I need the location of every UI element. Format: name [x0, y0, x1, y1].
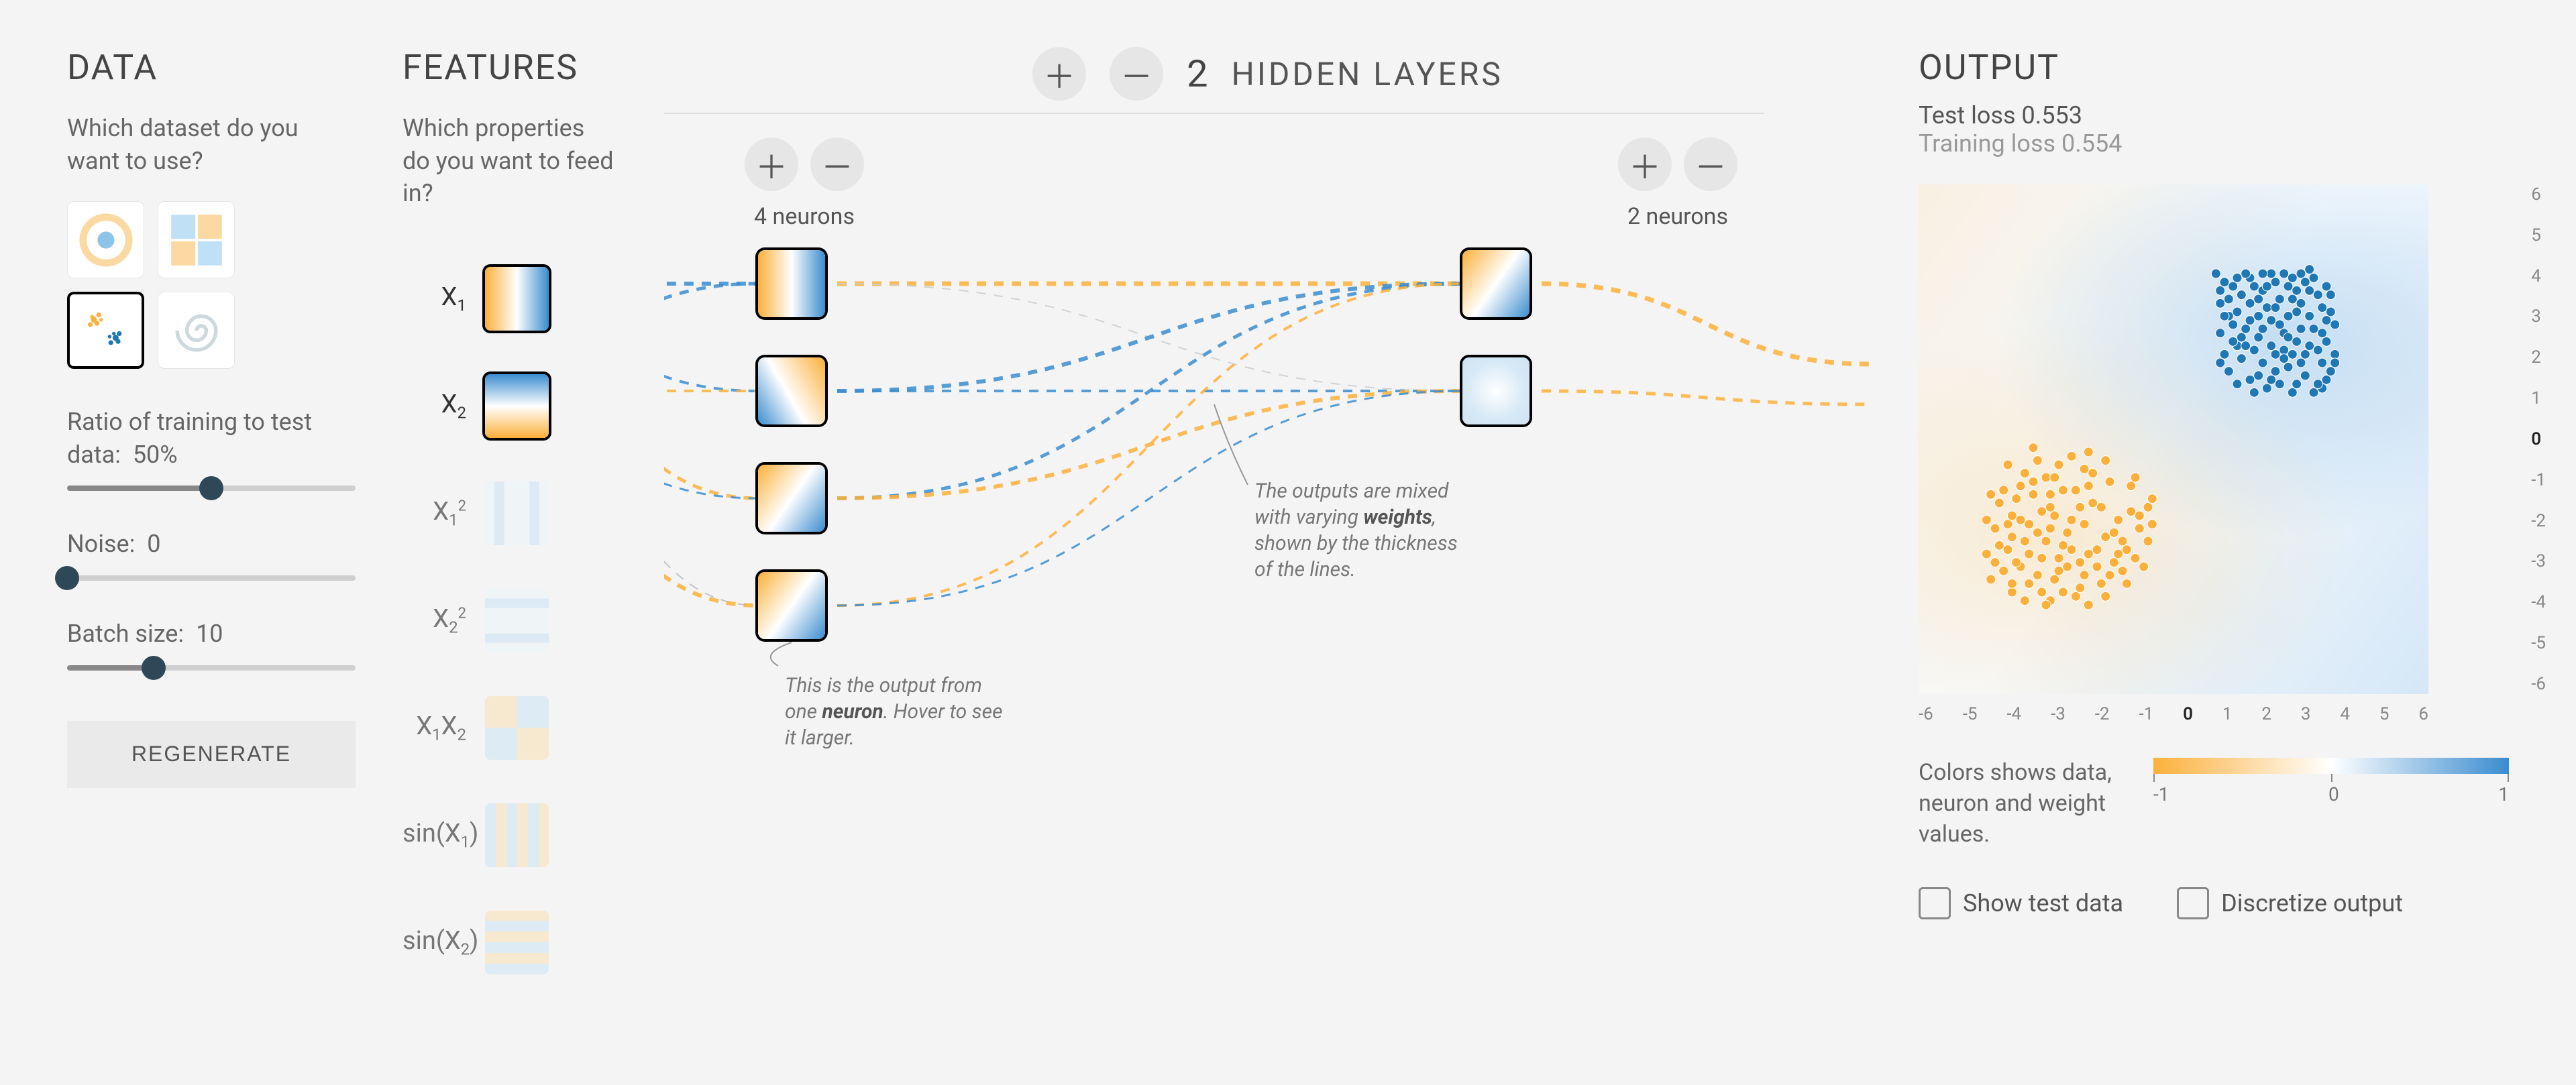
- output-plot-wrap: 6543210-1-2-3-4-5-6 -6-5-4-3-2-10123456: [1919, 184, 2509, 694]
- batch-value: 10: [196, 620, 223, 648]
- layer-1-remove-neuron[interactable]: －: [810, 137, 864, 191]
- legend: Colors shows data, neuron and weight val…: [1919, 758, 2509, 850]
- ratio-value: 50%: [133, 441, 178, 469]
- feature-label: sin(X2): [402, 926, 466, 959]
- data-panel: DATA Which dataset do you want to use?: [67, 47, 356, 974]
- layer-2-controls: ＋ － 2 neurons: [1618, 137, 1737, 230]
- hidden-layers-count: 2: [1187, 52, 1208, 96]
- features-panel: FEATURES Which properties do you want to…: [402, 47, 617, 974]
- feature-thumb: [485, 267, 549, 331]
- data-heading: DATA: [67, 47, 356, 88]
- training-loss: Training loss 0.554: [1919, 129, 2509, 158]
- add-layer-button[interactable]: ＋: [1032, 47, 1086, 101]
- test-loss: Test loss 0.553: [1919, 101, 2509, 129]
- feature-thumb: [485, 803, 549, 867]
- hidden-layers-label: HIDDEN LAYERS: [1232, 55, 1503, 93]
- layer-controls: ＋ － 4 neurons ＋ － 2 neurons: [664, 137, 1764, 230]
- features-question: Which properties do you want to feed in?: [402, 112, 617, 210]
- data-question: Which dataset do you want to use?: [67, 112, 356, 177]
- feature-thumb: [485, 481, 549, 545]
- layer-1-neuron-count: 4 neurons: [754, 203, 855, 230]
- feature-6[interactable]: sin(X2): [402, 911, 617, 974]
- neuron-h2-1[interactable]: [1462, 250, 1529, 317]
- feature-label: X1X2: [402, 711, 466, 744]
- weights-annotation: The outputs are mixed with varying weigh…: [1254, 478, 1476, 583]
- show-test-data-checkbox[interactable]: Show test data: [1919, 887, 2123, 919]
- noise-control: Noise: 0: [67, 528, 356, 581]
- feature-label: sin(X1): [402, 819, 466, 852]
- feature-label: X22: [402, 604, 466, 637]
- feature-list: X1X2X12X22X1X2sin(X1)sin(X2): [402, 267, 617, 974]
- feature-2[interactable]: X12: [402, 481, 617, 545]
- batch-control: Batch size: 10: [67, 618, 356, 671]
- feature-1[interactable]: X2: [402, 374, 617, 438]
- y-axis: 6543210-1-2-3-4-5-6: [2531, 184, 2546, 694]
- ratio-control: Ratio of training to test data: 50%: [67, 406, 356, 491]
- colorbar: -1 0 1: [2153, 758, 2509, 805]
- feature-thumb: [485, 911, 549, 974]
- layer-2-neuron-count: 2 neurons: [1627, 203, 1728, 230]
- neuron-h1-1[interactable]: [758, 250, 825, 317]
- dataset-xor[interactable]: [158, 201, 235, 278]
- x-axis: -6-5-4-3-2-10123456: [1919, 704, 2428, 724]
- ratio-slider[interactable]: [67, 486, 356, 491]
- feature-5[interactable]: sin(X1): [402, 803, 617, 867]
- layer-2-remove-neuron[interactable]: －: [1684, 137, 1737, 191]
- output-options: Show test data Discretize output: [1919, 887, 2509, 919]
- noise-slider[interactable]: [67, 575, 356, 581]
- output-heading: OUTPUT: [1919, 47, 2509, 88]
- output-plot[interactable]: [1919, 184, 2428, 694]
- feature-thumb: [485, 696, 549, 760]
- neuron-h2-2[interactable]: [1462, 357, 1529, 424]
- feature-4[interactable]: X1X2: [402, 696, 617, 760]
- layer-2-add-neuron[interactable]: ＋: [1618, 137, 1672, 191]
- regenerate-button[interactable]: REGENERATE: [67, 721, 356, 788]
- neuron-h1-2[interactable]: [758, 357, 825, 424]
- output-panel: OUTPUT Test loss 0.553 Training loss 0.5…: [1919, 47, 2509, 974]
- dataset-spiral[interactable]: [158, 292, 235, 369]
- legend-text: Colors shows data, neuron and weight val…: [1919, 758, 2133, 850]
- layer-1-add-neuron[interactable]: ＋: [745, 137, 798, 191]
- divider: [664, 113, 1764, 114]
- features-heading: FEATURES: [402, 47, 617, 88]
- neuron-h1-4[interactable]: [758, 572, 825, 639]
- layer-1-controls: ＋ － 4 neurons: [745, 137, 864, 230]
- feature-label: X2: [402, 390, 466, 422]
- batch-slider[interactable]: [67, 665, 356, 671]
- neuron-h1-3[interactable]: [758, 465, 825, 532]
- neuron-annotation: This is the output from one neuron. Hove…: [785, 673, 1006, 751]
- feature-label: X12: [402, 497, 466, 530]
- feature-thumb: [485, 589, 549, 652]
- discretize-output-checkbox[interactable]: Discretize output: [2177, 887, 2403, 919]
- remove-layer-button[interactable]: －: [1110, 47, 1163, 101]
- feature-label: X1: [402, 282, 466, 315]
- feature-0[interactable]: X1: [402, 267, 617, 331]
- hidden-layers-header: ＋ － 2 HIDDEN LAYERS: [664, 47, 1872, 101]
- dataset-picker: [67, 201, 356, 369]
- noise-value: 0: [147, 530, 160, 558]
- feature-thumb: [485, 374, 549, 438]
- feature-3[interactable]: X22: [402, 589, 617, 652]
- dataset-circle[interactable]: [67, 201, 144, 278]
- network-canvas: This is the output from one neuron. Hove…: [664, 230, 1872, 901]
- dataset-gaussian[interactable]: [67, 292, 144, 369]
- network-panel: ＋ － 2 HIDDEN LAYERS ＋ － 4 neurons ＋ － 2 …: [664, 47, 1872, 974]
